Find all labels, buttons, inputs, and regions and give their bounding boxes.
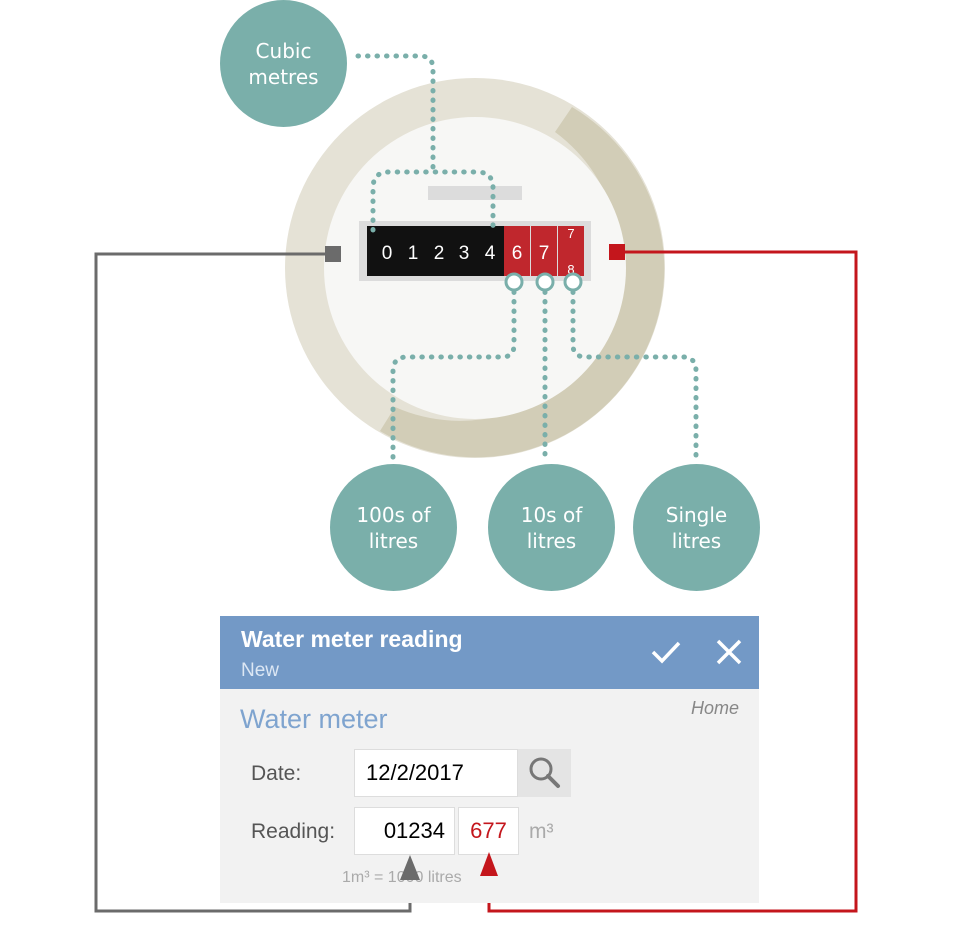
red-arrowhead [480,852,498,876]
connector-arrows [400,852,498,880]
gray-arrowhead [400,855,420,880]
